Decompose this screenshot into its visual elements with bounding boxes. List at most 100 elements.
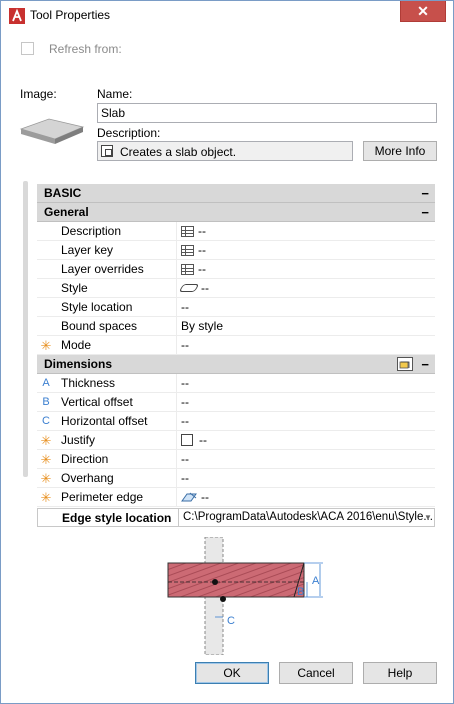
slab-style-icon (178, 284, 200, 292)
palette-scrollbar[interactable] (23, 181, 28, 477)
property-row-layer-key[interactable]: Layer key -- (37, 241, 435, 260)
table-icon[interactable] (181, 264, 194, 275)
ok-button[interactable]: OK (195, 662, 269, 684)
required-marker: ✳ (40, 433, 52, 448)
section-general-title: General (44, 205, 89, 219)
section-basic[interactable]: BASIC − (37, 184, 435, 203)
property-value[interactable]: -- (181, 374, 189, 393)
required-marker: ✳ (40, 490, 52, 505)
property-row-bound-spaces[interactable]: Bound spaces By style (37, 317, 435, 336)
property-name: Style (61, 281, 88, 295)
autocad-app-icon (9, 8, 25, 24)
perimeter-edge-icon (181, 492, 197, 502)
property-value[interactable]: -- (181, 412, 189, 431)
dimension-marker: C (42, 415, 50, 427)
section-dimensions[interactable]: Dimensions − (37, 355, 435, 374)
property-value[interactable]: By style (181, 317, 223, 336)
property-value-text: -- (201, 281, 209, 295)
dimension-label-a: A (312, 575, 320, 587)
column-divider (176, 450, 177, 469)
name-input[interactable] (97, 103, 437, 123)
table-icon[interactable] (181, 226, 194, 237)
property-value[interactable]: -- (181, 222, 206, 241)
description-edit-icon[interactable] (101, 145, 113, 157)
property-value[interactable]: -- (181, 450, 189, 469)
property-name: Style location (61, 300, 133, 314)
more-info-button[interactable]: More Info (363, 141, 437, 161)
property-value-text: -- (181, 452, 189, 466)
edge-style-location-value: C:\ProgramData\Autodesk\ACA 2016\enu\Sty… (183, 511, 433, 523)
property-name: Layer overrides (61, 262, 144, 276)
property-row-perimeter-edge[interactable]: ✳ Perimeter edge -- (37, 488, 435, 507)
slab-tool-image[interactable] (19, 113, 85, 149)
property-value-text: -- (181, 395, 189, 409)
property-name: Layer key (61, 243, 114, 257)
column-divider (176, 222, 177, 241)
collapse-icon[interactable]: − (421, 184, 429, 203)
property-name: Edge style location (62, 511, 172, 525)
property-row-mode[interactable]: ✳ Mode -- (37, 336, 435, 355)
name-label: Name: (97, 87, 133, 101)
edge-style-location-select[interactable]: C:\ProgramData\Autodesk\ACA 2016\enu\Sty… (178, 508, 435, 527)
property-value[interactable]: -- (178, 279, 209, 298)
property-name: Bound spaces (61, 319, 138, 333)
column-divider (176, 412, 177, 431)
property-value[interactable]: -- (181, 336, 189, 355)
property-value-text: -- (181, 376, 189, 390)
column-divider (176, 488, 177, 507)
slab-dimension-diagram: A B C (167, 537, 323, 655)
property-row-layer-overrides[interactable]: Layer overrides -- (37, 260, 435, 279)
column-divider (176, 469, 177, 488)
refresh-from-checkbox[interactable] (21, 42, 34, 55)
property-value[interactable]: -- (181, 241, 206, 260)
description-label: Description: (97, 126, 161, 140)
property-row-style[interactable]: Style -- (37, 279, 435, 298)
dimension-marker: A (42, 377, 50, 389)
dimension-label-c: C (227, 615, 235, 627)
justify-icon (181, 434, 193, 446)
property-row-description[interactable]: Description -- (37, 222, 435, 241)
close-button[interactable]: ✕ (400, 1, 446, 22)
property-name: Direction (61, 452, 109, 466)
property-row-style-location[interactable]: Style location -- (37, 298, 435, 317)
image-label: Image: (20, 87, 57, 101)
description-text: Creates a slab object. (120, 145, 237, 159)
property-value[interactable]: -- (181, 393, 189, 412)
property-value-text: By style (181, 319, 224, 333)
chevron-down-icon[interactable]: ▼ (422, 509, 434, 526)
required-marker: ✳ (40, 452, 52, 467)
column-divider (176, 393, 177, 412)
property-value[interactable]: -- (181, 431, 207, 450)
property-value-text: -- (198, 243, 206, 257)
cancel-button[interactable]: Cancel (279, 662, 353, 684)
property-name: Perimeter edge (61, 490, 144, 504)
property-row-overhang[interactable]: ✳ Overhang -- (37, 469, 435, 488)
property-row-direction[interactable]: ✳ Direction -- (37, 450, 435, 469)
property-row-edge-style-location[interactable]: Edge style location C:\ProgramData\Autod… (37, 508, 435, 527)
collapse-icon[interactable]: − (421, 203, 429, 222)
description-field[interactable]: Creates a slab object. (97, 141, 353, 161)
table-icon[interactable] (181, 245, 194, 256)
property-value[interactable]: -- (181, 298, 189, 317)
help-button[interactable]: Help (363, 662, 437, 684)
property-name: Mode (61, 338, 92, 352)
property-name: Horizontal offset (61, 414, 148, 428)
required-marker: ✳ (40, 471, 52, 486)
required-marker: ✳ (40, 338, 52, 353)
property-row-horizontal-offset[interactable]: C Horizontal offset -- (37, 412, 435, 431)
property-value-text: -- (198, 262, 206, 276)
collapse-icon[interactable]: − (421, 355, 429, 374)
property-value-text: -- (181, 471, 189, 485)
property-value-text: -- (198, 224, 206, 238)
property-row-justify[interactable]: ✳ Justify -- (37, 431, 435, 450)
property-value[interactable]: -- (181, 488, 209, 507)
property-value[interactable]: -- (181, 260, 206, 279)
section-general[interactable]: General − (37, 203, 435, 222)
property-value[interactable]: -- (181, 469, 189, 488)
section-dimensions-title: Dimensions (44, 357, 113, 371)
property-row-vertical-offset[interactable]: B Vertical offset -- (37, 393, 435, 412)
property-value-text: -- (199, 433, 207, 447)
column-divider (176, 317, 177, 336)
dimension-diagram-icon[interactable] (397, 357, 413, 371)
property-row-thickness[interactable]: A Thickness -- (37, 374, 435, 393)
